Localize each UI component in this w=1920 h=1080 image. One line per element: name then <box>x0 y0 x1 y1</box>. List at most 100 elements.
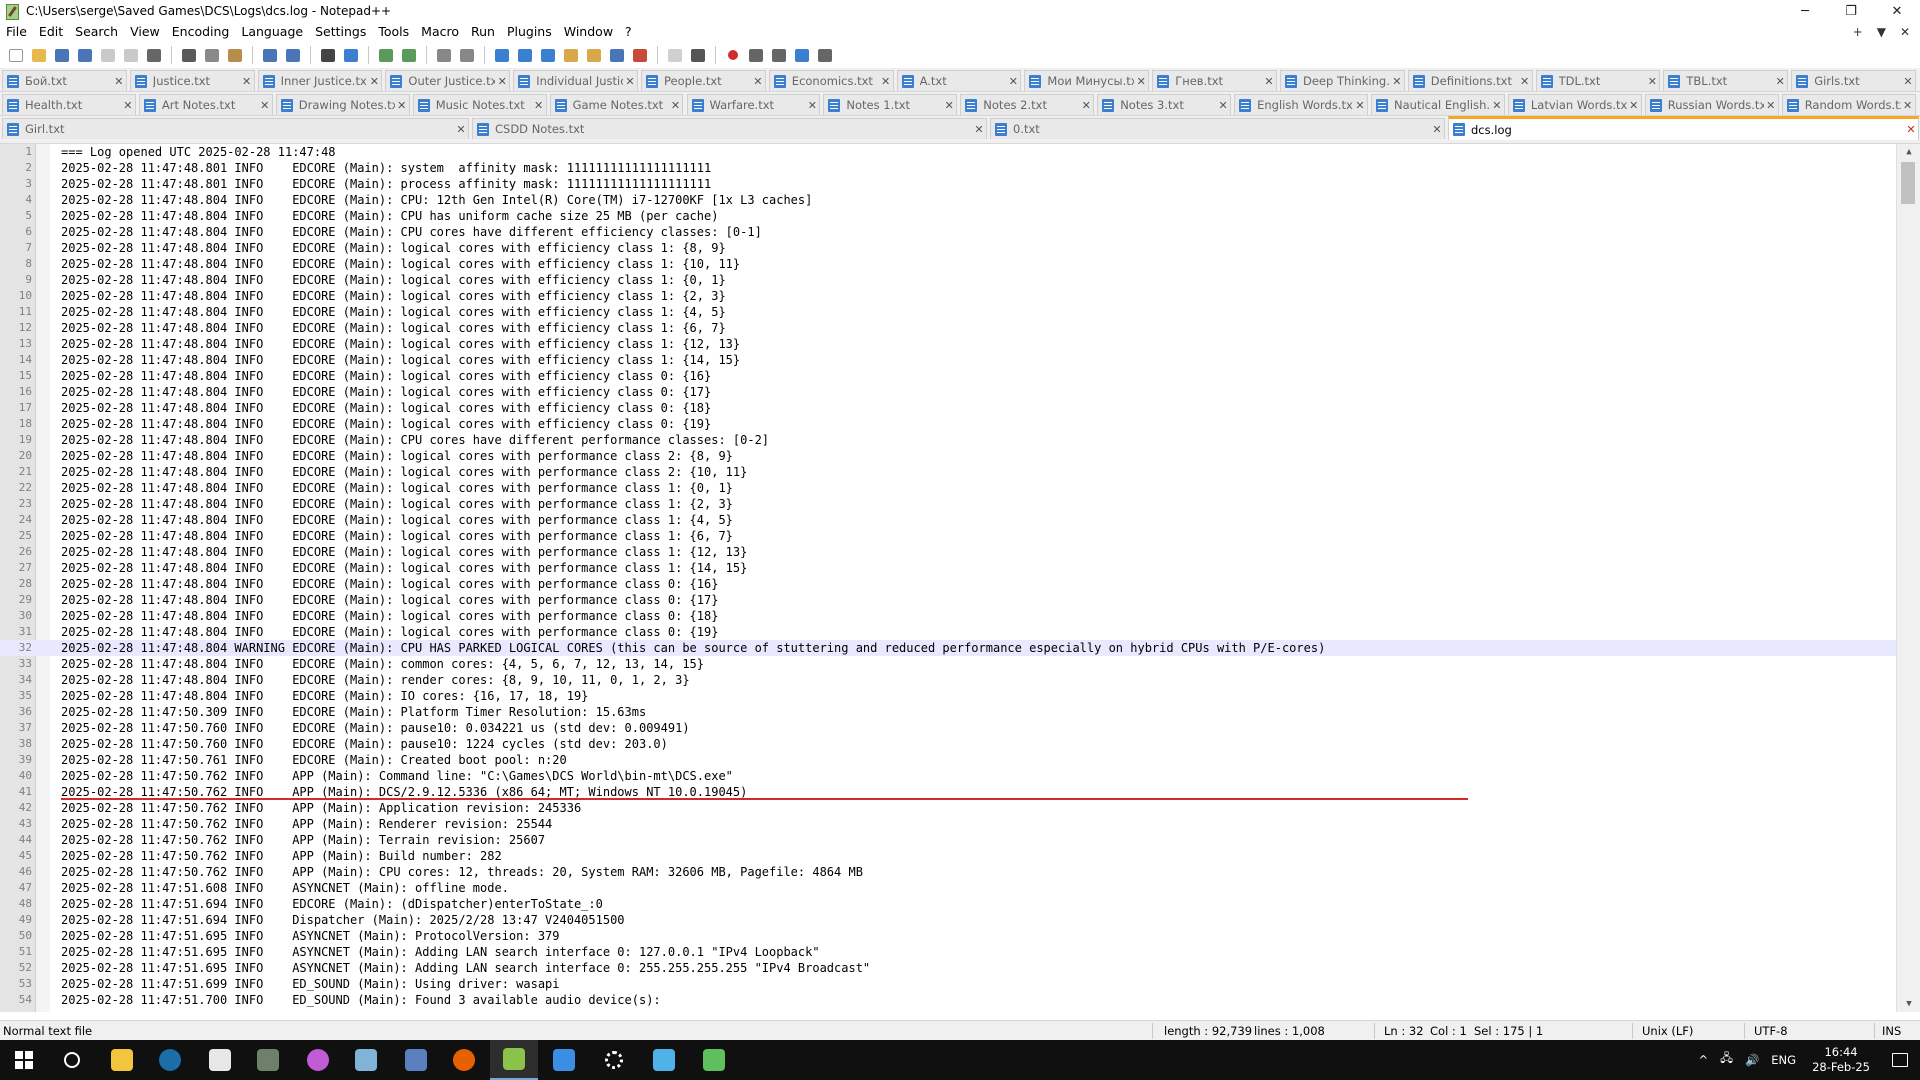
editor-line[interactable]: 9 2025-02-28 11:47:48.804 INFO EDCORE (Ma… <box>0 272 1896 288</box>
close-tab-icon[interactable]: ✕ <box>1900 25 1910 39</box>
tab-close-icon[interactable]: ✕ <box>623 75 637 88</box>
search-icon[interactable] <box>48 1040 96 1080</box>
editor-line[interactable]: 44 2025-02-28 11:47:50.762 INFO APP (Main… <box>0 832 1896 848</box>
save-macro-icon[interactable] <box>815 45 835 65</box>
tab-people-txt[interactable]: People.txt ✕ <box>641 70 766 91</box>
tab-close-icon[interactable]: ✕ <box>805 99 819 112</box>
settings-icon[interactable] <box>590 1040 638 1080</box>
editor-line[interactable]: 27 2025-02-28 11:47:48.804 INFO EDCORE (M… <box>0 560 1896 576</box>
new-file-icon[interactable] <box>6 45 26 65</box>
run-macro-multiple-icon[interactable] <box>792 45 812 65</box>
editor-line[interactable]: 20 2025-02-28 11:47:48.804 INFO EDCORE (M… <box>0 448 1896 464</box>
tab-close-icon[interactable]: ✕ <box>532 99 546 112</box>
editor-line[interactable]: 48 2025-02-28 11:47:51.694 INFO EDCORE (M… <box>0 896 1896 912</box>
editor-line[interactable]: 21 2025-02-28 11:47:48.804 INFO EDCORE (M… <box>0 464 1896 480</box>
editor-line[interactable]: 52 2025-02-28 11:47:51.695 INFO ASYNCNET … <box>0 960 1896 976</box>
show-all-chars-icon[interactable] <box>515 45 535 65</box>
tab-close-icon[interactable]: ✕ <box>1262 75 1276 88</box>
editor-line[interactable]: 49 2025-02-28 11:47:51.694 INFO Dispatche… <box>0 912 1896 928</box>
notification-center-icon[interactable] <box>1880 1040 1920 1080</box>
new-tab-plus-icon[interactable]: + <box>1853 25 1863 39</box>
editor-line[interactable]: 36 2025-02-28 11:47:50.309 INFO EDCORE (M… <box>0 704 1896 720</box>
editor-text-area[interactable]: 1 === Log opened UTC 2025-02-28 11:47:48 2… <box>0 144 1896 1012</box>
tab-close-icon[interactable]: ✕ <box>1645 75 1659 88</box>
tab-close-icon[interactable]: ✕ <box>367 75 381 88</box>
status-encoding[interactable]: UTF-8 <box>1754 1021 1788 1041</box>
tab-close-icon[interactable]: ✕ <box>1353 99 1367 112</box>
close-all-icon[interactable] <box>121 45 141 65</box>
editor-line[interactable]: 10 2025-02-28 11:47:48.804 INFO EDCORE (M… <box>0 288 1896 304</box>
app-green-icon[interactable] <box>690 1040 738 1080</box>
editor-line[interactable]: 42 2025-02-28 11:47:50.762 INFO APP (Main… <box>0 800 1896 816</box>
tab-close-icon[interactable]: ✕ <box>240 75 254 88</box>
tab-гнев-txt[interactable]: Гнев.txt ✕ <box>1152 70 1277 91</box>
tab-justice-txt[interactable]: Justice.txt ✕ <box>129 70 255 91</box>
word-wrap-icon[interactable] <box>492 45 512 65</box>
tab-girls-txt[interactable]: Girls.txt ✕ <box>1791 70 1916 91</box>
zoom-in-icon[interactable] <box>376 45 396 65</box>
save-icon[interactable] <box>52 45 72 65</box>
editor-line[interactable]: 33 2025-02-28 11:47:48.804 INFO EDCORE (M… <box>0 656 1896 672</box>
editor-line[interactable]: 38 2025-02-28 11:47:50.760 INFO EDCORE (M… <box>0 736 1896 752</box>
doc-map-icon[interactable] <box>584 45 604 65</box>
editor-line[interactable]: 28 2025-02-28 11:47:48.804 INFO EDCORE (M… <box>0 576 1896 592</box>
tab-бой-txt[interactable]: Бой.txt ✕ <box>2 70 127 91</box>
monitor-icon[interactable] <box>665 45 685 65</box>
tray-chevron-icon[interactable]: ^ <box>1692 1053 1714 1067</box>
record-macro-icon[interactable] <box>723 45 743 65</box>
editor-line[interactable]: 22 2025-02-28 11:47:48.804 INFO EDCORE (M… <box>0 480 1896 496</box>
menu-plugins[interactable]: Plugins <box>501 22 558 42</box>
clock[interactable]: 16:44 28-Feb-25 <box>1802 1045 1880 1075</box>
tab-individual-justice-txt[interactable]: Individual Justice.txt✕ <box>513 70 638 91</box>
app-gear-blue-icon[interactable] <box>540 1040 588 1080</box>
editor-line[interactable]: 16 2025-02-28 11:47:48.804 INFO EDCORE (M… <box>0 384 1896 400</box>
editor-line[interactable]: 4 2025-02-28 11:47:48.804 INFO EDCORE (Ma… <box>0 192 1896 208</box>
open-file-icon[interactable] <box>29 45 49 65</box>
tab-english-words-txt[interactable]: English Words.txt ✕ <box>1234 94 1368 115</box>
monitoring-eye-icon[interactable] <box>688 45 708 65</box>
editor[interactable]: 1 === Log opened UTC 2025-02-28 11:47:48 2… <box>0 144 1920 1012</box>
editor-line[interactable]: 39 2025-02-28 11:47:50.761 INFO EDCORE (M… <box>0 752 1896 768</box>
editor-line[interactable]: 24 2025-02-28 11:47:48.804 INFO EDCORE (M… <box>0 512 1896 528</box>
tab-мои-минусы-txt[interactable]: Мои Минусы.txt ✕ <box>1024 70 1150 91</box>
tab-close-icon[interactable]: ✕ <box>1134 75 1148 88</box>
tab-random-words-txt[interactable]: Random Words.txt ✕ <box>1781 94 1916 115</box>
menu-macro[interactable]: Macro <box>415 22 465 42</box>
tab-dcs-log[interactable]: dcs.log ✕ <box>1448 116 1919 140</box>
tab-close-icon[interactable]: ✕ <box>258 99 272 112</box>
tab-close-icon[interactable]: ✕ <box>942 99 956 112</box>
udl-icon[interactable] <box>561 45 581 65</box>
tab-tdl-txt[interactable]: TDL.txt ✕ <box>1535 70 1661 91</box>
editor-line[interactable]: 43 2025-02-28 11:47:50.762 INFO APP (Main… <box>0 816 1896 832</box>
scroll-up-arrow-icon[interactable]: ▲ <box>1897 144 1920 160</box>
tab-close-icon[interactable]: ✕ <box>395 99 409 112</box>
app-colorwheel-icon[interactable] <box>294 1040 342 1080</box>
tab-art-notes-txt[interactable]: Art Notes.txt ✕ <box>138 94 273 115</box>
tab-drawing-notes-txt[interactable]: Drawing Notes.txt ✕ <box>275 94 410 115</box>
tab-close-icon[interactable]: ✕ <box>1006 75 1020 88</box>
vertical-scrollbar[interactable]: ▲ ▼ <box>1896 144 1920 1012</box>
app-bird-icon[interactable] <box>342 1040 390 1080</box>
tab-economics-txt[interactable]: Economics.txt ✕ <box>768 70 894 91</box>
tab-close-icon[interactable]: ✕ <box>668 99 682 112</box>
editor-line[interactable]: 26 2025-02-28 11:47:48.804 INFO EDCORE (M… <box>0 544 1896 560</box>
sync-v-icon[interactable] <box>434 45 454 65</box>
editor-line[interactable]: 47 2025-02-28 11:47:51.608 INFO ASYNCNET … <box>0 880 1896 896</box>
find-icon[interactable] <box>318 45 338 65</box>
copy-icon[interactable] <box>202 45 222 65</box>
tab-close-icon[interactable]: ✕ <box>1901 99 1915 112</box>
tab-notes-2-txt[interactable]: Notes 2.txt ✕ <box>960 94 1095 115</box>
editor-line[interactable]: 40 2025-02-28 11:47:50.762 INFO APP (Main… <box>0 768 1896 784</box>
tab-warfare-txt[interactable]: Warfare.txt ✕ <box>686 94 821 115</box>
app-document-icon[interactable] <box>392 1040 440 1080</box>
steam-icon[interactable] <box>146 1040 194 1080</box>
editor-line[interactable]: 29 2025-02-28 11:47:48.804 INFO EDCORE (M… <box>0 592 1896 608</box>
language-indicator[interactable]: ENG <box>1765 1053 1802 1067</box>
editor-line[interactable]: 25 2025-02-28 11:47:48.804 INFO EDCORE (M… <box>0 528 1896 544</box>
tab-close-icon[interactable]: ✕ <box>751 75 765 88</box>
editor-line[interactable]: 8 2025-02-28 11:47:48.804 INFO EDCORE (Ma… <box>0 256 1896 272</box>
tab-tbl-txt[interactable]: TBL.txt ✕ <box>1663 70 1789 91</box>
tab-close-icon[interactable]: ✕ <box>1390 75 1404 88</box>
tab-close-icon[interactable]: ✕ <box>1901 75 1915 88</box>
editor-line[interactable]: 54 2025-02-28 11:47:51.700 INFO ED_SOUND … <box>0 992 1896 1008</box>
